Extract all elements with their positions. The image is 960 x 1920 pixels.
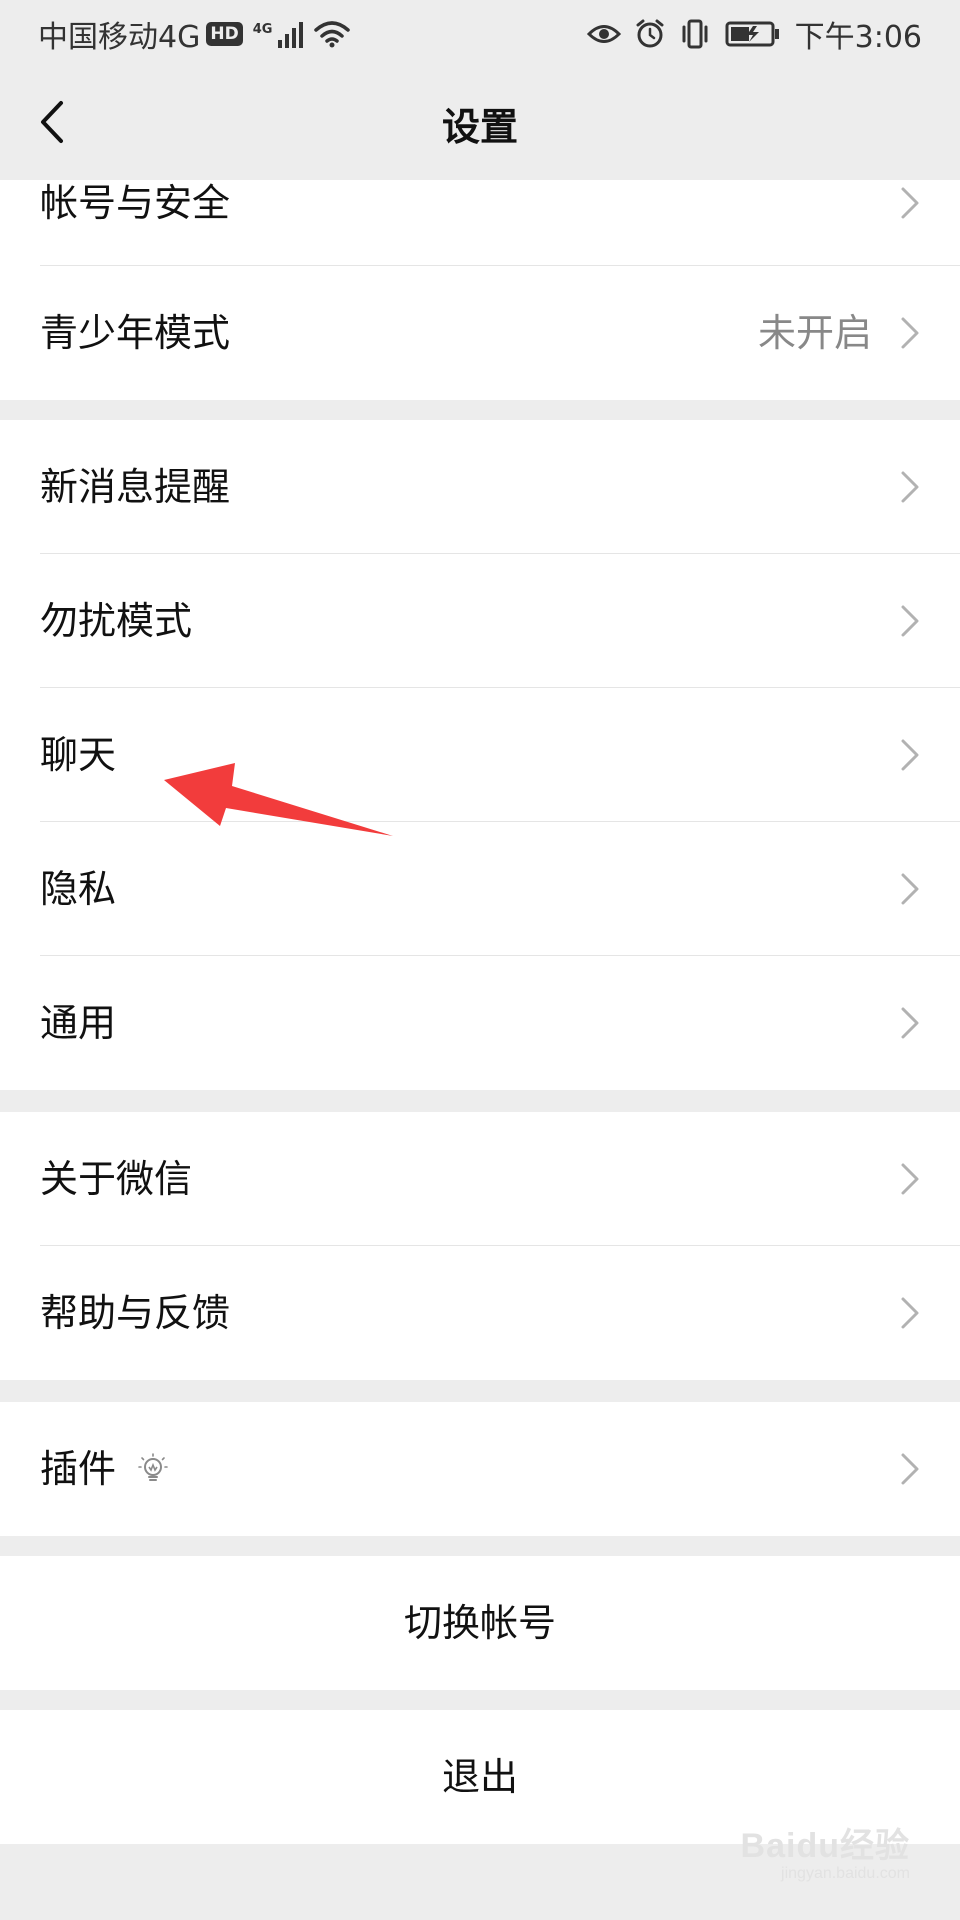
chevron-right-icon: [901, 1163, 919, 1195]
page-title: 设置: [441, 105, 518, 149]
cell-privacy[interactable]: 隐私: [0, 822, 960, 956]
signal-icon: [278, 22, 304, 48]
cell-label: 新消息提醒: [40, 465, 231, 509]
nav-bar: 设置: [0, 66, 960, 180]
settings-group-account: 帐号与安全 青少年模式 未开启: [0, 180, 960, 400]
eye-icon: [586, 25, 621, 43]
chevron-right-icon: [901, 1297, 919, 1329]
cell-label: 青少年模式: [40, 311, 231, 355]
switch-account-button[interactable]: 切换帐号: [0, 1556, 960, 1690]
chevron-right-icon: [901, 1453, 919, 1485]
cell-help-feedback[interactable]: 帮助与反馈: [0, 1246, 960, 1380]
cell-label: 隐私: [40, 867, 117, 911]
vibrate-icon: [682, 19, 708, 49]
watermark-url: jingyan.baidu.com: [781, 1865, 910, 1882]
cell-chat[interactable]: 聊天: [0, 688, 960, 822]
watermark-logo: Baidu经验: [740, 1827, 910, 1865]
cell-label: 帮助与反馈: [40, 1291, 231, 1335]
hd-badge: HD: [206, 22, 243, 46]
cell-new-message-notify[interactable]: 新消息提醒: [0, 420, 960, 554]
cell-do-not-disturb[interactable]: 勿扰模式: [0, 554, 960, 688]
cell-account-security[interactable]: 帐号与安全: [0, 180, 960, 266]
chevron-right-icon: [901, 317, 919, 349]
chevron-right-icon: [901, 739, 919, 771]
settings-group-plugins: 插件: [0, 1402, 960, 1536]
cell-general[interactable]: 通用: [0, 956, 960, 1090]
switch-account-group: 切换帐号: [0, 1556, 960, 1690]
carrier-label: 中国移动4G: [38, 20, 201, 55]
cell-value: 未开启: [757, 311, 872, 355]
cell-label: 插件: [40, 1447, 117, 1491]
cell-label: 关于微信: [40, 1157, 193, 1201]
watermark: Baidu经验 jingyan.baidu.com: [741, 1818, 910, 1883]
cell-about-wechat[interactable]: 关于微信: [0, 1112, 960, 1246]
status-left: 中国移动4G HD 4G: [38, 12, 351, 56]
chevron-right-icon: [901, 605, 919, 637]
status-right: 下午3:06: [586, 12, 922, 56]
clock-time: 下午3:06: [794, 20, 922, 55]
chevron-right-icon: [901, 471, 919, 503]
battery-icon: [725, 21, 779, 47]
settings-group-main: 新消息提醒 勿扰模式 聊天 隐私 通用: [0, 420, 960, 1090]
lightbulb-icon: [138, 1453, 168, 1481]
cell-label: 勿扰模式: [40, 599, 193, 643]
chevron-right-icon: [901, 873, 919, 905]
cell-label: 帐号与安全: [40, 181, 231, 225]
chevron-right-icon: [901, 1007, 919, 1039]
chevron-right-icon: [901, 187, 919, 219]
status-bar: 中国移动4G HD 4G 下午3:06: [0, 0, 960, 66]
cell-label: 聊天: [40, 733, 117, 777]
cell-plugins[interactable]: 插件: [0, 1402, 960, 1536]
settings-group-about: 关于微信 帮助与反馈: [0, 1112, 960, 1380]
alarm-icon: [636, 19, 664, 48]
cell-label: 通用: [40, 1001, 117, 1045]
network-indicators: 4G: [253, 20, 351, 48]
cell-youth-mode[interactable]: 青少年模式 未开启: [0, 266, 960, 400]
wifi-icon: [314, 21, 351, 48]
network-type-label: 4G: [252, 22, 273, 37]
